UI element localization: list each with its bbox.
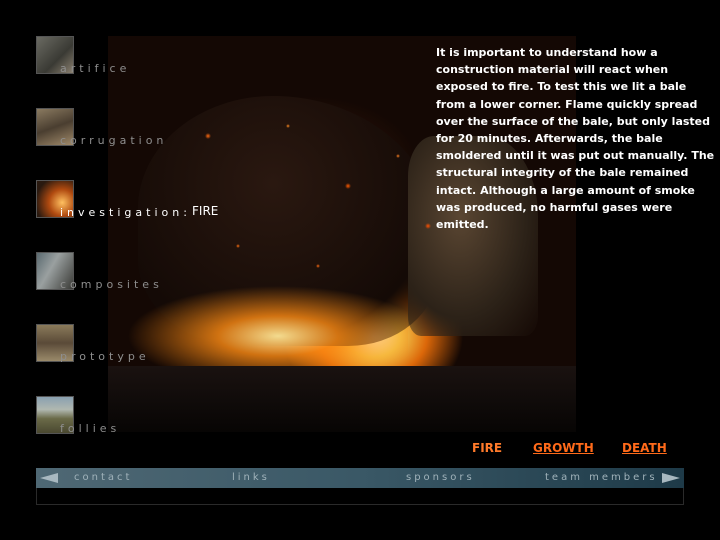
- footer-links-link[interactable]: links: [232, 472, 270, 483]
- subnav-growth-link[interactable]: GROWTH: [533, 441, 594, 455]
- arrow-right-icon[interactable]: [662, 473, 680, 483]
- nav-sublabel-fire: FIRE: [192, 204, 219, 218]
- footer-sponsors-link[interactable]: sponsors: [406, 472, 475, 483]
- nav-label-corrugation: corrugation: [60, 134, 168, 147]
- nav-label-composites: composites: [60, 278, 163, 291]
- nav-item-follies[interactable]: follies: [36, 396, 256, 436]
- nav-label-artifice: artifice: [60, 62, 131, 75]
- nav-item-corrugation[interactable]: corrugation: [36, 108, 256, 148]
- arrow-left-icon[interactable]: [40, 473, 58, 483]
- nav-item-artifice[interactable]: artifice: [36, 36, 256, 76]
- footer-nav-bar: contact links sponsors team members: [36, 468, 684, 488]
- nav-item-composites[interactable]: composites: [36, 252, 256, 292]
- footer-strip: [36, 488, 684, 505]
- nav-label-prototype: prototype: [60, 350, 150, 363]
- nav-item-prototype[interactable]: prototype: [36, 324, 256, 364]
- nav-item-investigation[interactable]: investigation: FIRE: [36, 180, 256, 220]
- footer-contact-link[interactable]: contact: [74, 472, 132, 483]
- subnav-fire[interactable]: FIRE: [472, 441, 502, 455]
- description-text: It is important to understand how a cons…: [436, 46, 715, 232]
- footer-team-members-link[interactable]: team members: [545, 472, 658, 483]
- subnav-death-link[interactable]: DEATH: [622, 441, 667, 455]
- nav-label-investigation: investigation:: [60, 206, 191, 219]
- nav-label-follies: follies: [60, 422, 121, 435]
- subnav: FIRE GROWTH DEATH: [0, 441, 720, 461]
